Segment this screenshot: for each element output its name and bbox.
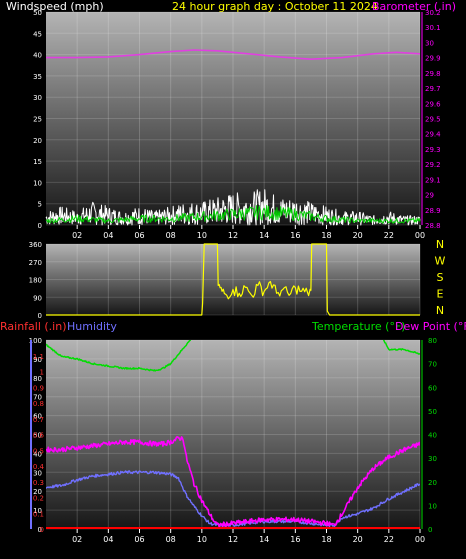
graph-title: 24 hour graph day : October 11 2024: [172, 0, 378, 13]
x-tick-label: 10: [197, 231, 207, 240]
temperature-tick-label: 0: [428, 526, 432, 534]
x-tick-label: 20: [353, 231, 363, 240]
barometer-axis-title: Barometer (.in): [372, 0, 456, 13]
rainfall-tick-label: 0.2: [33, 495, 44, 503]
barometer-tick-label: 29.2: [425, 161, 441, 169]
x-tick-label: 04: [103, 535, 113, 544]
temperature-tick-label: 80: [428, 337, 437, 345]
barometer-tick-label: 30.2: [425, 9, 441, 17]
temperature-tick-label: 10: [428, 502, 437, 510]
temperature-tick-label: 20: [428, 479, 437, 487]
rainfall-tick-label: 0.3: [33, 479, 44, 487]
x-tick-label: 14: [259, 535, 269, 544]
windspeed-axis-title: Windspeed (mph): [6, 0, 104, 13]
rainfall-tick-label: 0: [40, 526, 44, 534]
x-tick-label: 02: [72, 535, 82, 544]
rainfall-tick-label: 0.7: [33, 416, 44, 424]
temperature-tick-label: 50: [428, 408, 437, 416]
x-tick-label: 00: [415, 231, 425, 240]
barometer-tick-label: 29: [425, 192, 434, 200]
windspeed-tick-label: 10: [33, 179, 42, 187]
x-tick-label: 18: [321, 535, 331, 544]
barometer-tick-label: 29.1: [425, 176, 441, 184]
x-tick-label: 10: [197, 535, 207, 544]
humidity-axis-title: Humidity: [67, 320, 117, 333]
windspeed-tick-label: 40: [33, 52, 42, 60]
x-tick-label: 22: [384, 535, 394, 544]
compass-label: S: [437, 271, 444, 284]
barometer-tick-label: 28.8: [425, 222, 441, 230]
direction-tick-label: 360: [29, 241, 42, 249]
windspeed-tick-label: 0: [38, 222, 42, 230]
barometer-tick-label: 28.9: [425, 207, 441, 215]
x-tick-label: 14: [259, 231, 269, 240]
x-tick-label: 08: [166, 535, 176, 544]
x-tick-label: 06: [134, 535, 144, 544]
x-tick-label: 04: [103, 231, 113, 240]
dewpoint-axis-title: Dew Point (°F): [395, 320, 466, 333]
windspeed-tick-label: 30: [33, 94, 42, 102]
barometer-tick-label: 29.7: [425, 85, 441, 93]
compass-label: W: [435, 255, 446, 268]
rainfall-tick-label: 0.8: [33, 400, 44, 408]
barometer-tick-label: 29.3: [425, 146, 441, 154]
temperature-tick-label: 60: [428, 384, 437, 392]
weather-chart-canvas: Windspeed (mph) 24 hour graph day : Octo…: [0, 0, 466, 544]
windspeed-tick-label: 50: [33, 9, 42, 17]
x-tick-label: 12: [228, 231, 238, 240]
barometer-tick-label: 29.5: [425, 116, 441, 124]
x-tick-label: 20: [353, 535, 363, 544]
temperature-axis-title: Temperature (°F): [311, 320, 406, 333]
rainfall-axis-title: Rainfall (.in): [0, 320, 67, 333]
windspeed-tick-label: 35: [33, 73, 42, 81]
rainfall-tick-label: 0.4: [33, 463, 45, 471]
x-tick-label: 08: [166, 231, 176, 240]
x-tick-label: 18: [321, 231, 331, 240]
windspeed-tick-label: 5: [38, 201, 42, 209]
rainfall-tick-label: 0.9: [33, 384, 44, 392]
temperature-tick-label: 70: [428, 361, 437, 369]
x-tick-label: 16: [290, 231, 300, 240]
rainfall-tick-label: 0.5: [33, 447, 44, 455]
x-tick-label: 06: [134, 231, 144, 240]
barometer-tick-label: 29.9: [425, 55, 441, 63]
rainfall-tick-label: 0.1: [33, 510, 44, 518]
compass-label: N: [436, 238, 444, 251]
barometer-tick-label: 30: [425, 39, 434, 47]
windspeed-tick-label: 15: [33, 158, 42, 166]
compass-label: N: [436, 304, 444, 317]
windspeed-tick-label: 20: [33, 137, 42, 145]
direction-tick-label: 180: [29, 277, 42, 285]
rainfall-tick-label: 1.1: [33, 353, 44, 361]
x-tick-label: 16: [290, 535, 300, 544]
barometer-tick-label: 29.4: [425, 131, 441, 139]
rainfall-tick-label: 1: [40, 369, 44, 377]
barometer-tick-label: 29.6: [425, 100, 441, 108]
windspeed-tick-label: 25: [33, 116, 42, 124]
barometer-tick-label: 30.1: [425, 24, 441, 32]
weather-graph: Windspeed (mph) 24 hour graph day : Octo…: [0, 0, 466, 555]
x-tick-label: 12: [228, 535, 238, 544]
windspeed-tick-label: 45: [33, 30, 42, 38]
x-tick-label: 22: [384, 231, 394, 240]
x-tick-label: 00: [415, 535, 425, 544]
direction-tick-label: 90: [33, 294, 42, 302]
rainfall-tick-label: 0.6: [33, 432, 45, 440]
temperature-tick-label: 40: [428, 432, 437, 440]
temperature-tick-label: 30: [428, 455, 437, 463]
direction-tick-label: 270: [29, 259, 42, 267]
x-tick-label: 02: [72, 231, 82, 240]
barometer-tick-label: 29.8: [425, 70, 441, 78]
direction-tick-label: 0: [38, 312, 42, 320]
compass-label: E: [437, 288, 444, 301]
